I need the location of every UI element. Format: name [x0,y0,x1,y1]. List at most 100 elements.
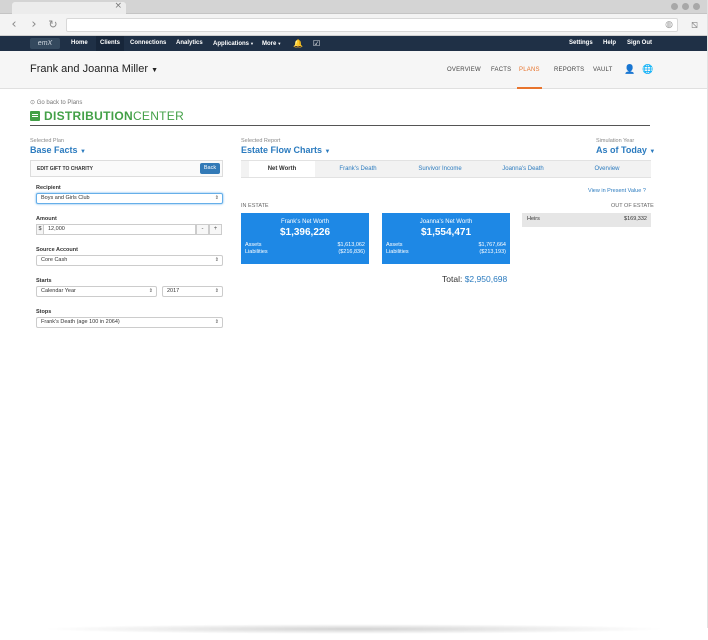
card-title: Frank's Net Worth [280,219,330,225]
plan-selector-label: Selected Plan [30,138,64,144]
tab-overview[interactable]: OVERVIEW [447,51,481,89]
report-selector-value: Estate Flow Charts [241,145,323,155]
select-arrows-icon: ⇕ [214,319,219,325]
decrement-button[interactable]: - [196,224,209,235]
plan-selector[interactable]: Base Facts ▼ [30,145,86,155]
extension-icon[interactable]: ⧅ [691,18,698,32]
assets-value: $1,767,664 [478,242,506,248]
client-name-dropdown[interactable]: Frank and Joanna Miller ▼ [30,63,158,75]
address-bar[interactable]: ◍ [66,18,678,32]
total-label: Total: [442,274,463,284]
nav-settings[interactable]: Settings [569,36,593,51]
window-dot-icon[interactable] [693,3,700,10]
person-icon[interactable]: 👤 [624,65,635,75]
nav-help[interactable]: Help [603,36,616,51]
select-arrows-icon: ⇕ [148,288,153,294]
franks-net-worth-card[interactable]: Frank's Net Worth $1,396,226 Assets $1,6… [241,213,369,264]
task-icon[interactable]: ☑ [313,36,320,51]
card-title: Joanna's Net Worth [419,219,473,225]
tab-reports[interactable]: REPORTS [554,51,584,89]
gift-form-title: EDIT GIFT TO CHARITY [37,166,94,172]
stops-select[interactable]: Frank's Death (age 100 in 2064) ⇕ [36,317,223,328]
caret-down-icon: ▼ [649,149,656,155]
tab-net-worth[interactable]: Net Worth [249,161,315,177]
nav-analytics[interactable]: Analytics [176,36,203,51]
starts-value: Calendar Year [41,288,76,294]
liabilities-value: ($216,836) [338,249,365,255]
tab-overview-report[interactable]: Overview [574,161,640,177]
tab-plans[interactable]: PLANS [517,51,542,89]
caret-down-icon: ▼ [80,149,86,155]
year-selector-label: Simulation Year [596,138,635,144]
tab-franks-death[interactable]: Frank's Death [325,161,391,177]
browser-tab-bar: × [0,0,708,14]
source-account-select[interactable]: Core Cash ⇕ [36,255,223,266]
reload-icon[interactable]: ↻ [45,17,61,33]
tab-vault[interactable]: VAULT [593,51,612,89]
heirs-label: Heirs [527,216,540,222]
back-button[interactable]: Back [200,163,220,174]
globe-icon: ◍ [665,20,673,30]
plan-selector-value: Base Facts [30,145,78,155]
amount-input[interactable]: 12,000 [43,224,196,235]
total-value: $2,950,698 [464,274,508,284]
help-icon: ? [642,188,646,194]
tab-facts[interactable]: FACTS [491,51,511,89]
caret-down-icon: ▼ [277,41,282,46]
window-shadow [40,624,668,634]
in-estate-label: IN ESTATE [241,203,269,209]
tab-joannas-death[interactable]: Joanna's Death [489,161,557,177]
starts-year-select[interactable]: 2017 ⇕ [162,286,223,297]
close-tab-icon[interactable]: × [114,1,122,11]
present-value-label: View in Present Value [588,188,642,194]
browser-tab[interactable]: × [12,1,126,14]
back-to-plans-link[interactable]: ⊙ Go back to Plans [30,99,82,106]
back-arrow-icon[interactable]: ‹ [6,17,22,33]
page-title-light: CENTER [132,109,185,123]
nav-home[interactable]: Home [71,36,88,51]
heirs-value: $169,332 [624,216,647,222]
year-selector-value: As of Today [596,145,647,155]
client-name: Frank and Joanna Miller [30,63,149,75]
report-selector[interactable]: Estate Flow Charts ▼ [241,145,331,155]
nav-more[interactable]: More▼ [262,36,281,51]
select-arrows-icon: ⇕ [214,288,219,294]
estate-total: Total: $2,950,698 [442,274,507,284]
circle-arrow-icon: ⊙ [30,100,36,106]
starts-year-value: 2017 [167,288,180,294]
nav-applications[interactable]: Applications▼ [213,36,254,51]
nav-connections[interactable]: Connections [130,36,166,51]
recipient-select[interactable]: Boys and Girls Club ⇕ [36,193,223,204]
heirs-row[interactable]: Heirs $169,332 [522,213,651,227]
tab-survivor-income[interactable]: Survivor Income [406,161,474,177]
app-top-nav: emX Home Clients Connections Analytics A… [0,36,708,51]
globe-icon[interactable]: 🌐 [642,65,653,75]
nav-clients[interactable]: Clients [96,36,125,51]
out-of-estate-label: OUT OF ESTATE [611,203,654,209]
joannas-net-worth-card[interactable]: Joanna's Net Worth $1,554,471 Assets $1,… [382,213,510,264]
present-value-link[interactable]: View in Present Value ? [588,188,646,194]
year-selector[interactable]: As of Today ▼ [596,145,655,155]
report-tabs: Net Worth Frank's Death Survivor Income … [241,160,651,178]
window-dot-icon[interactable] [682,3,689,10]
forward-arrow-icon[interactable]: › [26,17,42,33]
assets-label: Assets [386,242,403,248]
caret-down-icon: ▼ [151,67,159,74]
bell-icon[interactable]: 🔔 [293,36,303,51]
window-dot-icon[interactable] [671,3,678,10]
liabilities-value: ($213,193) [479,249,506,255]
recipient-label: Recipient [36,185,61,191]
increment-button[interactable]: + [209,224,222,235]
liabilities-row: Liabilities ($216,836) [245,249,365,255]
page-title: DISTRIBUTION CENTER [30,108,184,124]
caret-down-icon: ▼ [250,41,254,46]
app-logo[interactable]: emX [30,38,60,49]
starts-label: Starts [36,278,52,284]
card-total: $1,396,226 [279,227,331,238]
liabilities-row: Liabilities ($213,193) [386,249,506,255]
page-title-bold: DISTRIBUTION [44,109,133,123]
nav-sign-out[interactable]: Sign Out [627,36,652,51]
amount-label: Amount [36,216,57,222]
source-account-label: Source Account [36,247,78,253]
starts-select[interactable]: Calendar Year ⇕ [36,286,157,297]
